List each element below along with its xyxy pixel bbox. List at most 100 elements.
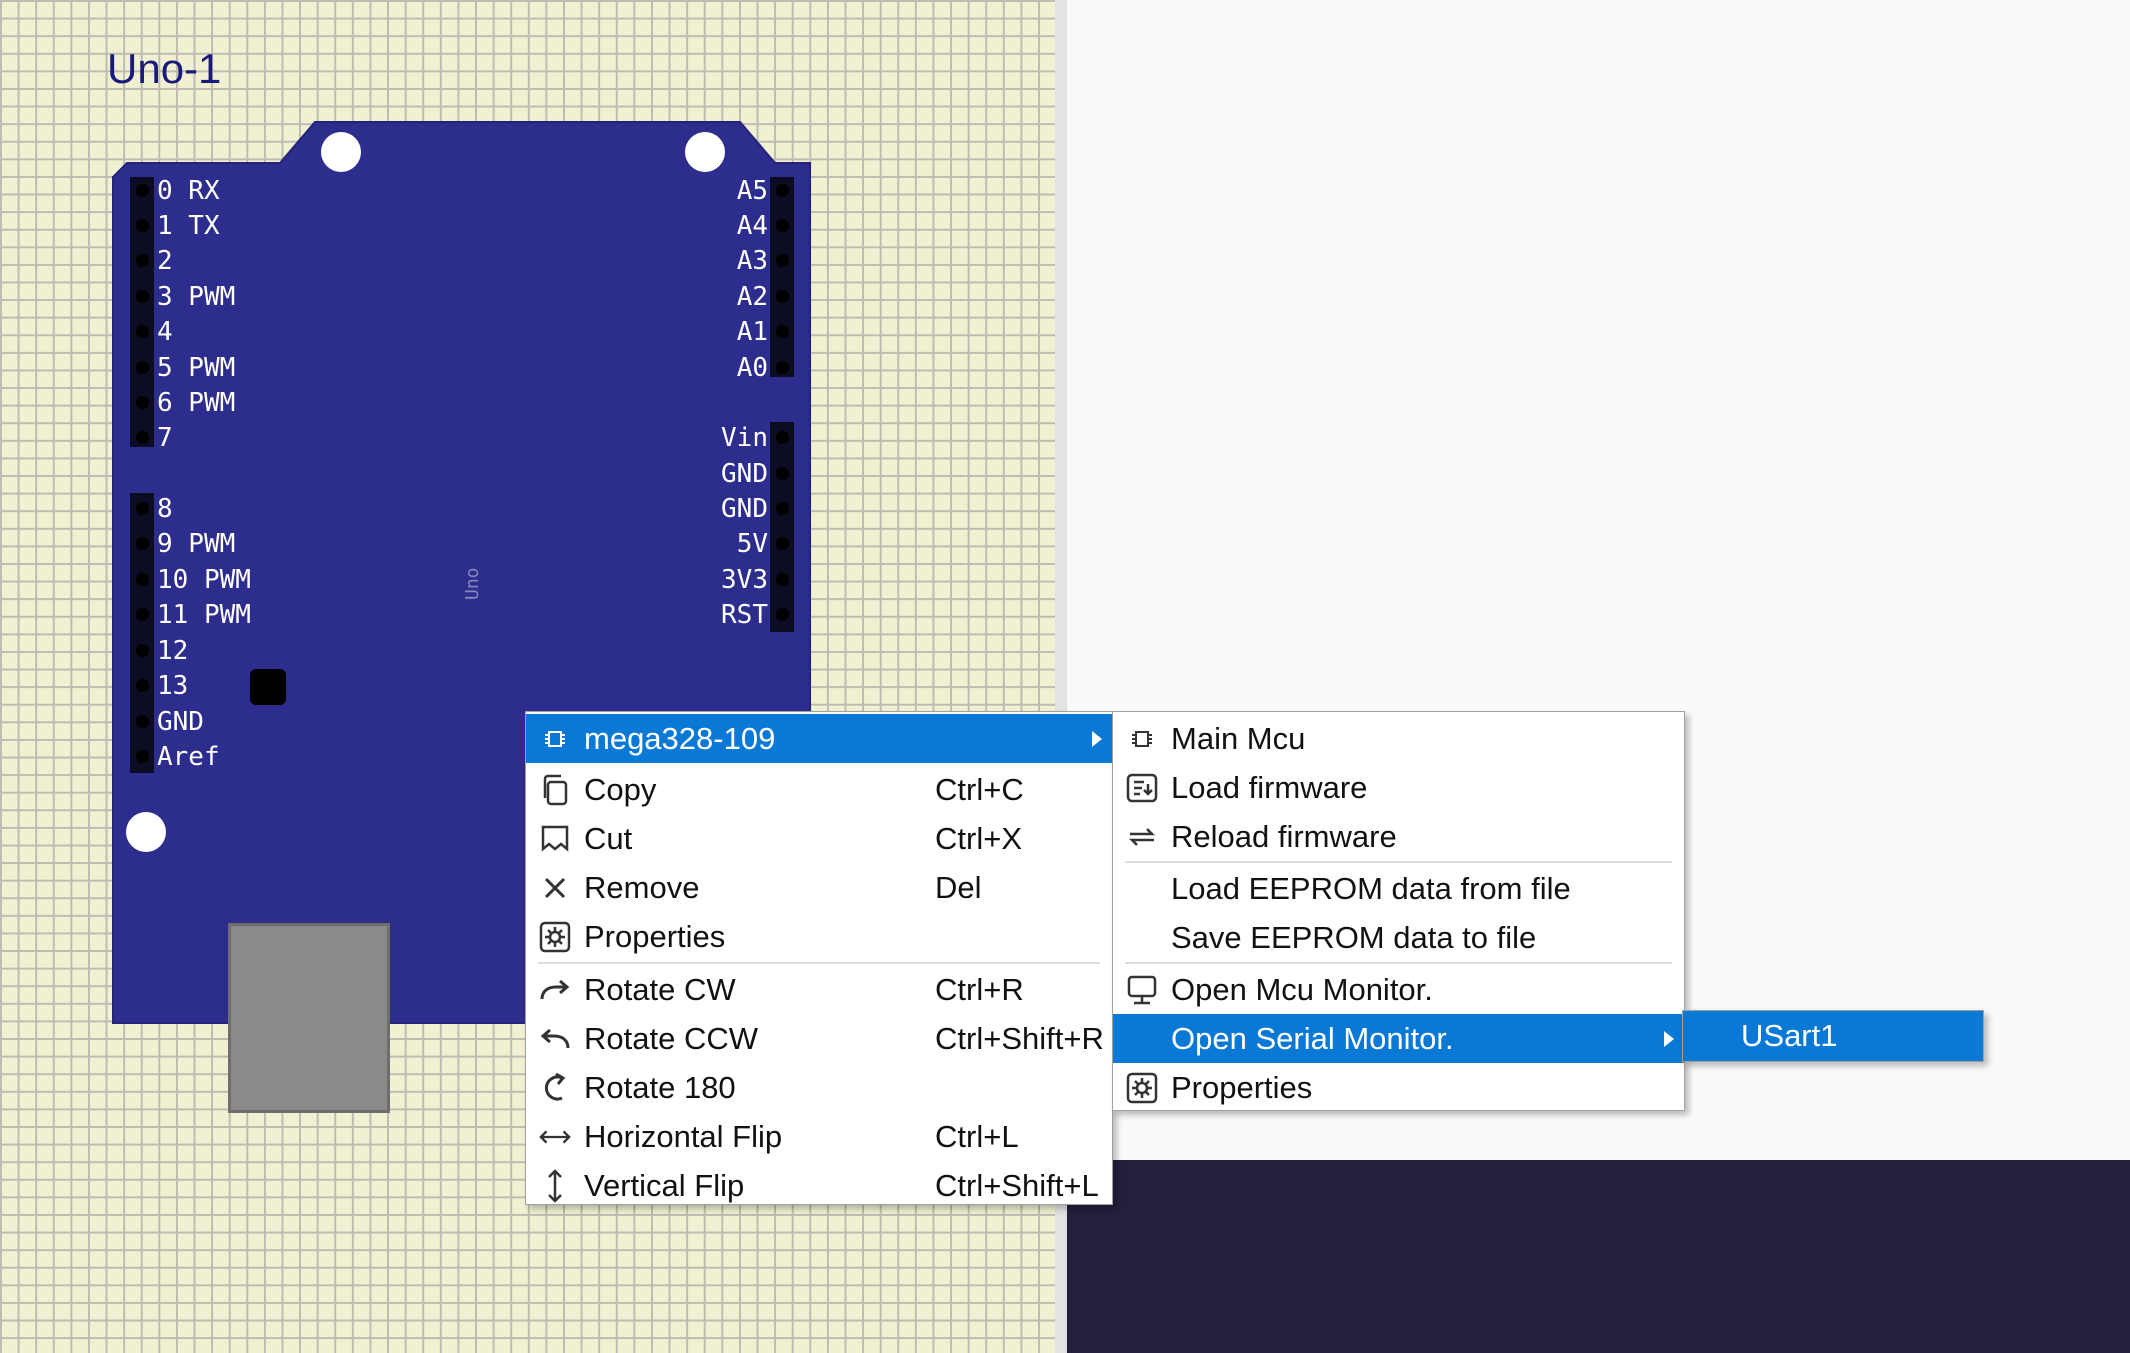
- menu-item-copy[interactable]: Copy Ctrl+C: [526, 765, 1112, 814]
- reload-icon: [1125, 820, 1159, 854]
- pin-connector[interactable]: [776, 361, 789, 374]
- menu-item-cut[interactable]: Cut Ctrl+X: [526, 814, 1112, 863]
- menu-item-open-serial-monitor[interactable]: Open Serial Monitor.: [1113, 1014, 1684, 1063]
- menu-item-mcu[interactable]: mega328-109: [526, 714, 1112, 763]
- board-label: Uno: [462, 567, 483, 600]
- pin-label: A5: [736, 176, 768, 206]
- menu-item-remove[interactable]: Remove Del: [526, 863, 1112, 912]
- menu-item-main-mcu[interactable]: Main Mcu: [1113, 714, 1684, 763]
- menu-item-rotate-cw[interactable]: Rotate CW Ctrl+R: [526, 965, 1112, 1014]
- pin-label: 11 PWM: [157, 600, 251, 630]
- pin-connector[interactable]: [136, 715, 149, 728]
- menu-item-label: mega328-109: [584, 720, 776, 756]
- menu-item-shortcut: Ctrl+Shift+L: [935, 1167, 1099, 1203]
- menu-item-label: Load EEPROM data from file: [1171, 870, 1571, 906]
- menu-item-vertical-flip[interactable]: Vertical Flip Ctrl+Shift+L: [526, 1161, 1112, 1210]
- output-panel: [1067, 1160, 2130, 1353]
- menu-item-label: Copy: [584, 771, 657, 807]
- pin-connector[interactable]: [136, 644, 149, 657]
- pin-label: 3 PWM: [157, 282, 236, 312]
- menu-item-horizontal-flip[interactable]: Horizontal Flip Ctrl+L: [526, 1112, 1112, 1161]
- menu-item-rotate-ccw[interactable]: Rotate CCW Ctrl+Shift+R: [526, 1014, 1112, 1063]
- submenu-arrow-icon: [1092, 730, 1102, 747]
- pin-label: 12: [157, 636, 189, 666]
- menu-item-properties[interactable]: Properties: [526, 912, 1112, 961]
- pin-label: GND: [157, 707, 204, 737]
- monitor-icon: [1125, 973, 1159, 1007]
- pin-connector[interactable]: [136, 573, 149, 586]
- pin-label: 9 PWM: [157, 529, 236, 559]
- menu-item-reload-firmware[interactable]: Reload firmware: [1113, 812, 1684, 861]
- menu-item-shortcut: Ctrl+L: [935, 1118, 1019, 1154]
- pin-label: A3: [736, 246, 768, 276]
- pin-connector[interactable]: [136, 290, 149, 303]
- menu-item-load-firmware[interactable]: Load firmware: [1113, 763, 1684, 812]
- menu-item-label: Properties: [1171, 1069, 1313, 1105]
- menu-item-label: Open Mcu Monitor.: [1171, 971, 1433, 1007]
- pin-connector[interactable]: [136, 219, 149, 232]
- pin-connector[interactable]: [136, 502, 149, 515]
- context-menu: mega328-109 Copy Ctrl+C Cut Ctrl+X Remov…: [525, 711, 1113, 1205]
- pin-connector[interactable]: [776, 184, 789, 197]
- pin-connector[interactable]: [776, 290, 789, 303]
- menu-item-shortcut: Ctrl+C: [935, 771, 1024, 807]
- serial-submenu: USart1: [1682, 1010, 1984, 1062]
- pin-label: 6 PWM: [157, 388, 236, 418]
- usb-connector: [228, 923, 390, 1113]
- pin-label: 2: [157, 246, 173, 276]
- pin-connector[interactable]: [136, 361, 149, 374]
- pin-connector[interactable]: [136, 608, 149, 621]
- pin-label: 5V: [736, 529, 768, 559]
- menu-item-mcu-properties[interactable]: Properties: [1113, 1063, 1684, 1112]
- pin-connector[interactable]: [136, 537, 149, 550]
- pin-connector[interactable]: [136, 679, 149, 692]
- pin-connector[interactable]: [776, 608, 789, 621]
- pin-connector[interactable]: [136, 396, 149, 409]
- menu-item-label: Rotate CCW: [584, 1020, 758, 1056]
- horizontal-flip-icon: [538, 1120, 572, 1154]
- pin-connector[interactable]: [136, 431, 149, 444]
- menu-item-usart1[interactable]: USart1: [1683, 1011, 1983, 1061]
- pin-connector[interactable]: [776, 467, 789, 480]
- menu-item-shortcut: Del: [935, 869, 982, 905]
- pin-label: GND: [721, 459, 768, 489]
- pin-connector[interactable]: [136, 184, 149, 197]
- pin-label: A1: [736, 317, 768, 347]
- pin-connector[interactable]: [136, 254, 149, 267]
- menu-item-label: Rotate CW: [584, 971, 736, 1007]
- copy-icon: [538, 773, 572, 807]
- pin-label: 13: [157, 671, 189, 701]
- menu-item-label: Remove: [584, 869, 700, 905]
- menu-item-rotate-180[interactable]: Rotate 180: [526, 1063, 1112, 1112]
- pin-connector[interactable]: [776, 431, 789, 444]
- pin-connector[interactable]: [776, 502, 789, 515]
- pin-label: 1 TX: [157, 211, 220, 241]
- pin-connector[interactable]: [136, 325, 149, 338]
- menu-item-label: Horizontal Flip: [584, 1118, 783, 1154]
- menu-separator: [538, 962, 1100, 964]
- menu-item-shortcut: Ctrl+R: [935, 971, 1024, 1007]
- pin-connector[interactable]: [776, 254, 789, 267]
- pin-label: RST: [721, 600, 768, 630]
- menu-item-label: Reload firmware: [1171, 818, 1397, 854]
- cut-icon: [538, 822, 572, 856]
- menu-item-label: Load firmware: [1171, 769, 1368, 805]
- menu-item-open-mcu-monitor[interactable]: Open Mcu Monitor.: [1113, 965, 1684, 1014]
- menu-item-label: Save EEPROM data to file: [1171, 919, 1537, 955]
- pin-connector[interactable]: [776, 219, 789, 232]
- pin-label: GND: [721, 494, 768, 524]
- pin-label: A2: [736, 282, 768, 312]
- pin-connector[interactable]: [776, 537, 789, 550]
- pin-connector[interactable]: [136, 750, 149, 763]
- menu-item-save-eeprom[interactable]: Save EEPROM data to file: [1113, 913, 1684, 962]
- menu-item-load-eeprom[interactable]: Load EEPROM data from file: [1113, 864, 1684, 913]
- pin-connector[interactable]: [776, 573, 789, 586]
- pin-connector[interactable]: [776, 325, 789, 338]
- menu-item-label: Vertical Flip: [584, 1167, 745, 1203]
- mcu-submenu: Main Mcu Load firmware Reload firmware L…: [1112, 711, 1685, 1111]
- mounting-hole: [685, 132, 725, 172]
- menu-item-label: Properties: [584, 918, 726, 954]
- menu-separator: [1125, 861, 1672, 863]
- pin-label: 7: [157, 423, 173, 453]
- menu-item-shortcut: Ctrl+Shift+R: [935, 1020, 1104, 1056]
